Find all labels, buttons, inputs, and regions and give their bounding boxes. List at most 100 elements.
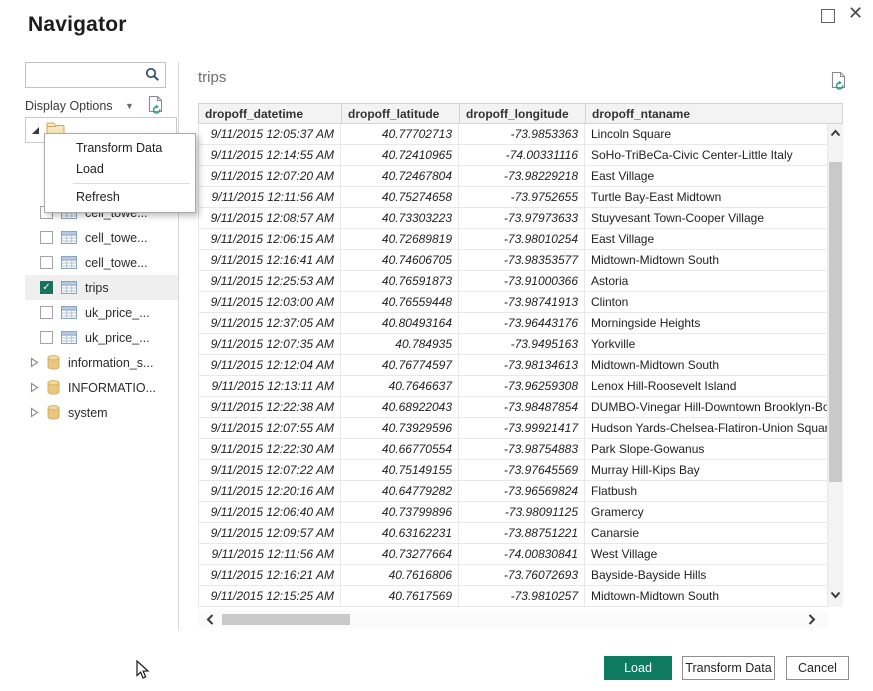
tree-item-informatio[interactable]: INFORMATIO... — [25, 375, 178, 400]
scroll-down-icon[interactable] — [829, 588, 842, 601]
table-row: 9/11/2015 12:11:56 AM40.73277664-74.0083… — [199, 544, 828, 565]
vertical-scrollbar-thumb[interactable] — [829, 162, 842, 482]
table-cell: Hudson Yards-Chelsea-Flatiron-Union Squa… — [585, 418, 828, 438]
table-row: 9/11/2015 12:14:55 AM40.72410965-74.0033… — [199, 145, 828, 166]
scroll-left-icon[interactable] — [204, 612, 217, 627]
scroll-up-icon[interactable] — [829, 127, 842, 140]
table-cell: Flatbush — [585, 481, 828, 501]
table-icon — [61, 306, 77, 319]
scroll-right-icon[interactable] — [805, 612, 818, 627]
column-header-dropoff_latitude[interactable]: dropoff_latitude — [342, 104, 460, 123]
table-row: 9/11/2015 12:11:56 AM40.75274658-73.9752… — [199, 187, 828, 208]
table-cell: -73.76072693 — [459, 565, 585, 585]
table-cell: DUMBO-Vinegar Hill-Downtown Brooklyn-Boe… — [585, 397, 828, 417]
item-checkbox[interactable] — [40, 231, 53, 244]
table-icon — [61, 231, 77, 244]
item-checkbox[interactable] — [40, 306, 53, 319]
table-cell: 9/11/2015 12:15:25 AM — [199, 586, 341, 606]
table-cell: -73.98754883 — [459, 439, 585, 459]
table-row: 9/11/2015 12:16:21 AM40.7616806-73.76072… — [199, 565, 828, 586]
table-cell: -73.91000366 — [459, 271, 585, 291]
table-cell: 40.72689819 — [341, 229, 459, 249]
context-menu: Transform DataLoad Refresh — [44, 133, 196, 213]
chevron-down-icon: ▼ — [125, 101, 134, 111]
item-checkbox[interactable] — [40, 331, 53, 344]
search-icon[interactable] — [145, 67, 160, 82]
display-options-dropdown[interactable]: Display Options ▼ — [25, 99, 134, 113]
table-cell: 40.64779282 — [341, 481, 459, 501]
tree-item-uk-price[interactable]: uk_price_... — [25, 325, 178, 350]
tree-item-cell-towe[interactable]: cell_towe... — [25, 250, 178, 275]
maximize-button[interactable] — [821, 9, 835, 23]
table-cell: -73.98091125 — [459, 502, 585, 522]
horizontal-scrollbar-thumb[interactable] — [222, 614, 350, 625]
tree-item-system[interactable]: system — [25, 400, 178, 425]
table-cell: 40.73929596 — [341, 418, 459, 438]
table-row: 9/11/2015 12:07:20 AM40.72467804-73.9822… — [199, 166, 828, 187]
table-row: 9/11/2015 12:08:57 AM40.73303223-73.9797… — [199, 208, 828, 229]
table-cell: 40.75274658 — [341, 187, 459, 207]
table-row: 9/11/2015 12:22:38 AM40.68922043-73.9848… — [199, 397, 828, 418]
tree-item-uk-price[interactable]: uk_price_... — [25, 300, 178, 325]
table-cell: Midtown-Midtown South — [585, 250, 828, 270]
table-icon — [61, 256, 77, 269]
table-cell: 9/11/2015 12:03:00 AM — [199, 292, 341, 312]
horizontal-scrollbar[interactable] — [198, 611, 828, 628]
table-cell: 9/11/2015 12:16:21 AM — [199, 565, 341, 585]
table-row: 9/11/2015 12:03:00 AM40.76559448-73.9874… — [199, 292, 828, 313]
vertical-scrollbar[interactable] — [828, 124, 843, 607]
tree-item-label: cell_towe... — [85, 256, 148, 270]
tree-item-cell-towe[interactable]: cell_towe... — [25, 225, 178, 250]
refresh-preview-icon[interactable] — [147, 95, 165, 117]
search-box — [25, 62, 166, 88]
item-checkbox[interactable] — [40, 256, 53, 269]
database-icon — [47, 380, 60, 395]
tree-item-label: INFORMATIO... — [68, 381, 156, 395]
table-cell: -73.98229218 — [459, 166, 585, 186]
table-cell: -73.97973633 — [459, 208, 585, 228]
expander-icon[interactable] — [30, 407, 39, 418]
table-cell: 40.7617569 — [341, 586, 459, 606]
table-cell: -73.99921417 — [459, 418, 585, 438]
column-header-dropoff_longitude[interactable]: dropoff_longitude — [460, 104, 586, 123]
table-cell: Gramercy — [585, 502, 828, 522]
database-icon — [47, 355, 60, 370]
expander-icon[interactable] — [30, 357, 39, 368]
transform-data-button[interactable]: Transform Data — [682, 656, 775, 680]
table-row: 9/11/2015 12:07:55 AM40.73929596-73.9992… — [199, 418, 828, 439]
table-cell: 40.73277664 — [341, 544, 459, 564]
expander-icon[interactable] — [30, 382, 39, 393]
table-cell: Murray Hill-Kips Bay — [585, 460, 828, 480]
table-cell: Lincoln Square — [585, 124, 828, 144]
table-row: 9/11/2015 12:07:35 AM40.784935-73.949516… — [199, 334, 828, 355]
table-cell: 9/11/2015 12:16:41 AM — [199, 250, 341, 270]
column-header-dropoff_datetime[interactable]: dropoff_datetime — [199, 104, 342, 123]
load-button[interactable]: Load — [604, 656, 672, 680]
table-cell: 9/11/2015 12:22:30 AM — [199, 439, 341, 459]
table-cell: Astoria — [585, 271, 828, 291]
menu-item-refresh[interactable]: Refresh — [45, 187, 195, 208]
table-cell: East Village — [585, 229, 828, 249]
column-header-dropoff_ntaname[interactable]: dropoff_ntaname — [586, 104, 842, 123]
search-input[interactable] — [30, 64, 140, 86]
table-cell: -73.96443176 — [459, 313, 585, 333]
table-cell: Clinton — [585, 292, 828, 312]
refresh-preview-icon[interactable] — [830, 71, 848, 93]
menu-item-load[interactable]: Load — [45, 159, 195, 180]
tree-item-information-s[interactable]: information_s... — [25, 350, 178, 375]
table-cell: 40.77702713 — [341, 124, 459, 144]
table-cell: 9/11/2015 12:07:55 AM — [199, 418, 341, 438]
cancel-button[interactable]: Cancel — [786, 656, 849, 680]
item-checkbox[interactable]: ✓ — [40, 281, 53, 294]
menu-item-transform-data[interactable]: Transform Data — [45, 138, 195, 159]
table-row: 9/11/2015 12:12:04 AM40.76774597-73.9813… — [199, 355, 828, 376]
tree-item-trips[interactable]: ✓ trips — [25, 275, 178, 300]
table-cell: -73.98134613 — [459, 355, 585, 375]
tree-item-label: uk_price_... — [85, 306, 150, 320]
table-cell: -73.98487854 — [459, 397, 585, 417]
close-button[interactable]: ✕ — [848, 3, 863, 23]
table-cell: 9/11/2015 12:05:37 AM — [199, 124, 341, 144]
expander-expanded-icon[interactable] — [31, 126, 40, 135]
table-cell: Lenox Hill-Roosevelt Island — [585, 376, 828, 396]
table-cell: Midtown-Midtown South — [585, 586, 828, 606]
